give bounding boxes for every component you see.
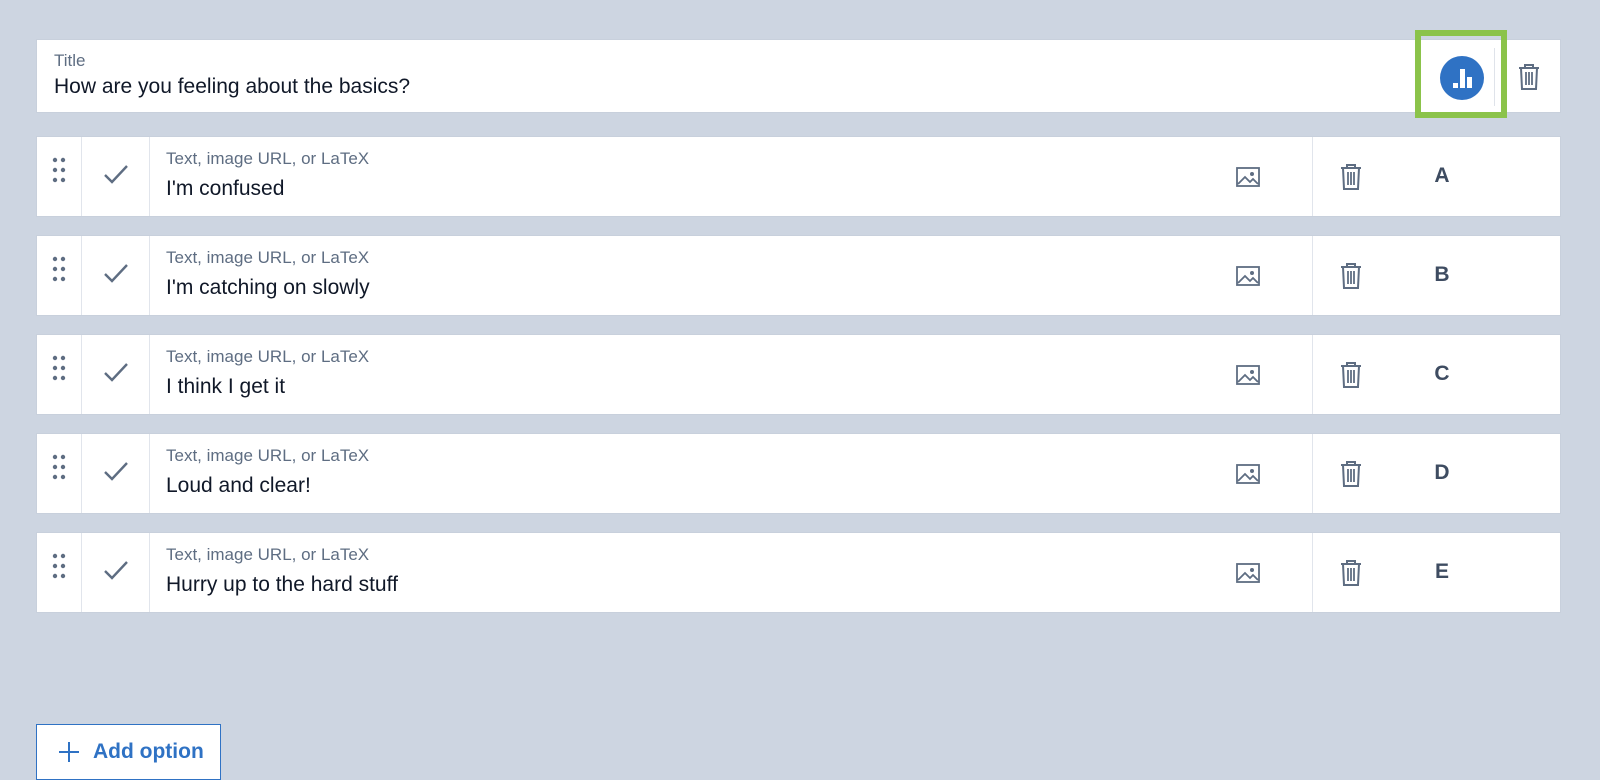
question-editor: Title How are you feeling about the basi…	[36, 30, 1561, 780]
option-label: Text, image URL, or LaTeX	[166, 446, 370, 465]
option-input[interactable]	[166, 375, 1216, 399]
check-icon	[104, 264, 128, 283]
mark-correct-button[interactable]	[82, 137, 150, 216]
plus-icon	[59, 742, 79, 762]
add-image-button[interactable]	[1235, 165, 1261, 189]
delete-question-button[interactable]	[1515, 61, 1543, 93]
option-row: Text, image URL, or LaTeX B	[36, 235, 1561, 316]
option-label: Text, image URL, or LaTeX	[166, 149, 370, 168]
option-letter: E	[1434, 560, 1449, 583]
option-label: Text, image URL, or LaTeX	[166, 545, 370, 564]
image-icon	[1236, 464, 1260, 484]
drag-handle-icon	[52, 157, 66, 183]
add-image-button[interactable]	[1235, 462, 1261, 486]
trash-icon	[1341, 263, 1361, 289]
image-icon	[1236, 167, 1260, 187]
title-label: Title	[54, 51, 86, 70]
check-icon	[104, 462, 128, 481]
drag-handle[interactable]	[37, 236, 82, 315]
drag-handle[interactable]	[37, 434, 82, 513]
option-row: Text, image URL, or LaTeX D	[36, 433, 1561, 514]
drag-handle[interactable]	[37, 137, 82, 216]
drag-handle-icon	[52, 553, 66, 579]
option-letter: D	[1434, 461, 1450, 484]
mark-correct-button[interactable]	[82, 434, 150, 513]
row-divider	[1312, 137, 1313, 216]
add-option-button[interactable]: Add option	[36, 724, 221, 780]
delete-option-button[interactable]	[1337, 557, 1365, 589]
option-input[interactable]	[166, 573, 1216, 597]
option-label: Text, image URL, or LaTeX	[166, 248, 370, 267]
trash-icon	[1341, 560, 1361, 586]
option-row: Text, image URL, or LaTeX C	[36, 334, 1561, 415]
title-input[interactable]	[54, 75, 1354, 99]
image-icon	[1236, 266, 1260, 286]
row-divider	[1312, 533, 1313, 612]
title-card: Title	[36, 30, 1561, 118]
check-icon	[104, 561, 128, 580]
poll-chart-button[interactable]	[1440, 56, 1484, 100]
delete-option-button[interactable]	[1337, 161, 1365, 193]
poll-chart-icon	[1453, 69, 1472, 88]
add-image-button[interactable]	[1235, 264, 1261, 288]
option-input[interactable]	[166, 177, 1216, 201]
trash-icon	[1341, 164, 1361, 190]
drag-handle-icon	[52, 256, 66, 282]
image-icon	[1236, 365, 1260, 385]
row-divider	[1312, 236, 1313, 315]
option-input[interactable]	[166, 474, 1216, 498]
check-icon	[104, 363, 128, 382]
image-icon	[1236, 563, 1260, 583]
trash-icon	[1519, 64, 1539, 90]
option-letter: B	[1434, 263, 1450, 286]
delete-option-button[interactable]	[1337, 260, 1365, 292]
option-letter: C	[1434, 362, 1450, 385]
mark-correct-button[interactable]	[82, 236, 150, 315]
options-list: Text, image URL, or LaTeX A	[36, 136, 1561, 780]
option-label: Text, image URL, or LaTeX	[166, 347, 370, 366]
mark-correct-button[interactable]	[82, 335, 150, 414]
drag-handle[interactable]	[37, 533, 82, 612]
delete-option-button[interactable]	[1337, 359, 1365, 391]
title-divider	[1494, 48, 1495, 106]
row-divider	[1312, 335, 1313, 414]
add-image-button[interactable]	[1235, 363, 1261, 387]
delete-option-button[interactable]	[1337, 458, 1365, 490]
drag-handle-icon	[52, 454, 66, 480]
row-divider	[1312, 434, 1313, 513]
add-image-button[interactable]	[1235, 561, 1261, 585]
option-input[interactable]	[166, 276, 1216, 300]
drag-handle[interactable]	[37, 335, 82, 414]
option-row: Text, image URL, or LaTeX E	[36, 532, 1561, 613]
drag-handle-icon	[52, 355, 66, 381]
mark-correct-button[interactable]	[82, 533, 150, 612]
trash-icon	[1341, 461, 1361, 487]
add-option-label: Add option	[93, 740, 204, 763]
option-letter: A	[1434, 164, 1450, 187]
trash-icon	[1341, 362, 1361, 388]
check-icon	[104, 165, 128, 184]
option-row: Text, image URL, or LaTeX A	[36, 136, 1561, 217]
